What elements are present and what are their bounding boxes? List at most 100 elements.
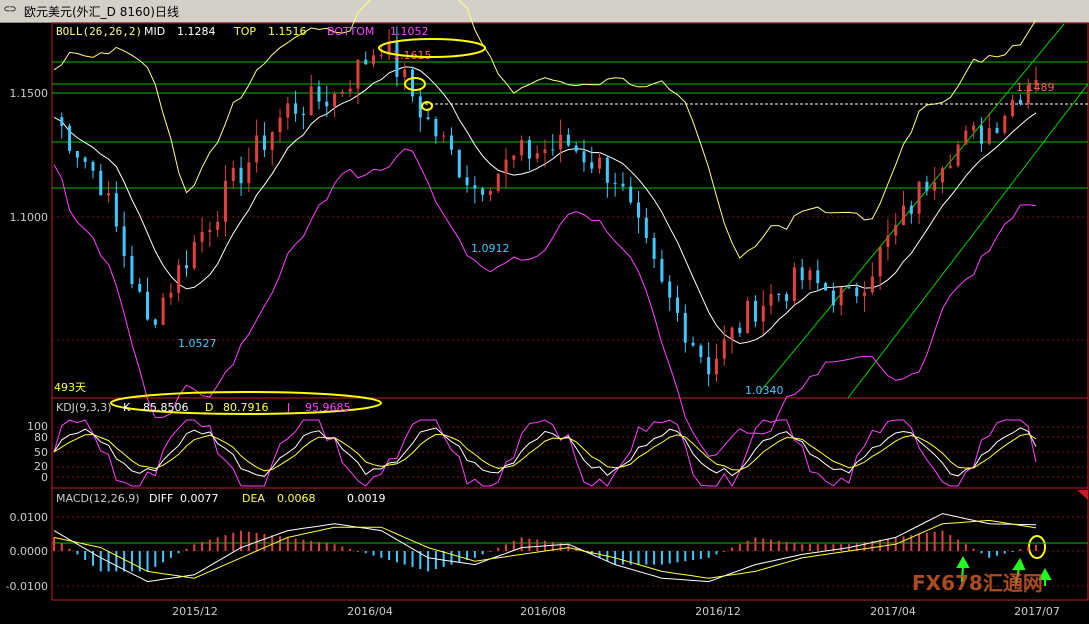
dea-value: 0.0068 [277,492,316,505]
candle [262,122,266,158]
candle [333,91,337,118]
candle [870,262,874,296]
macd-bar [840,544,843,551]
candle [91,160,95,179]
macd-bar [271,535,274,551]
candle [917,180,921,224]
candle [504,147,508,188]
candle [1011,94,1015,118]
watermark: FX678汇通网 [912,571,1043,595]
candle [785,291,789,309]
macd-bar [130,551,133,572]
macd-tick-2: 0.0000 [10,545,49,558]
macd-bar [193,544,196,551]
macd-bar [115,551,118,572]
macd-bar [473,551,476,558]
candle [278,108,282,143]
macd-bar [403,551,406,565]
macd-bar [84,551,87,561]
candle [418,89,422,132]
x-tick-4: 2016/12 [695,605,741,618]
candle [481,186,485,202]
macd-bar [68,548,71,551]
macd-bar [941,530,944,551]
macd-bar [762,538,765,551]
y-tick-2: 1.1000 [10,211,49,224]
macd-bar [528,538,531,551]
macd-bar [957,539,960,551]
macd-bar [925,532,928,551]
candle [208,221,212,247]
macd-bar [263,534,266,551]
candle [184,250,188,277]
macd-bar [99,551,102,572]
macd-bar [123,551,126,572]
candle [605,155,609,198]
diff-value: 0.0077 [180,492,219,505]
candle [247,147,251,192]
macd-bar [201,541,204,551]
macd-bar [520,537,523,551]
d-label: D [205,401,213,414]
macd-bar [317,541,320,551]
candle [691,336,695,347]
candle [637,190,641,234]
macd-bar [154,551,157,567]
candle [590,146,594,174]
macd-bar [949,535,952,551]
candle [808,266,812,290]
x-tick-1: 2015/12 [172,605,218,618]
boll-bands [53,0,1037,457]
x-tick-5: 2017/04 [870,605,916,618]
candle [255,119,259,173]
candle [995,122,999,135]
macd-bar [996,551,999,556]
macd-bar [793,543,796,551]
macd-bar [637,551,640,565]
candle [411,66,415,102]
macd-tick-3: -0.0100 [6,580,48,593]
candle [348,80,352,98]
candle [574,142,578,154]
kdj-lines [53,419,1037,487]
candle [644,207,648,244]
low-annotation-1: 1.0527 [178,337,217,350]
candle [146,277,150,321]
chart-canvas: BOLL(26,26,2) MID 1.1284 TOP 1.1516 BOTT… [6,0,1089,618]
candles [60,26,1038,387]
macd-bar [980,551,983,554]
macd-bar [653,551,656,565]
candle [714,343,718,382]
candle [317,80,321,110]
candle [161,292,165,326]
candle [442,131,446,143]
candle [769,284,773,315]
candle [488,187,492,202]
candle [566,128,570,147]
macd-bar [816,544,819,551]
macd-bar [138,551,141,572]
candle [309,74,313,116]
macd-bar [785,541,788,551]
macd-bar [162,551,165,563]
candle [270,130,274,166]
low-annotation-3: 1.0340 [745,384,784,397]
candle [886,219,890,261]
bottom-value: 1.1052 [390,25,429,38]
macd-bar [715,551,718,555]
macd-bar [645,551,648,565]
boll-top-line [53,0,1037,259]
bottom-label: BOTTOM [327,25,374,38]
days-label: 493天 [54,381,86,394]
candle [239,156,243,196]
highlight-high [378,38,486,58]
top-label: TOP [233,25,256,38]
candle [231,161,235,190]
candle [473,176,477,204]
support-resistance-lines [52,61,1088,189]
corner-marker [1077,490,1088,500]
macd-bar [333,544,336,551]
candle [753,295,757,328]
candle [925,175,929,196]
candle [107,181,111,203]
